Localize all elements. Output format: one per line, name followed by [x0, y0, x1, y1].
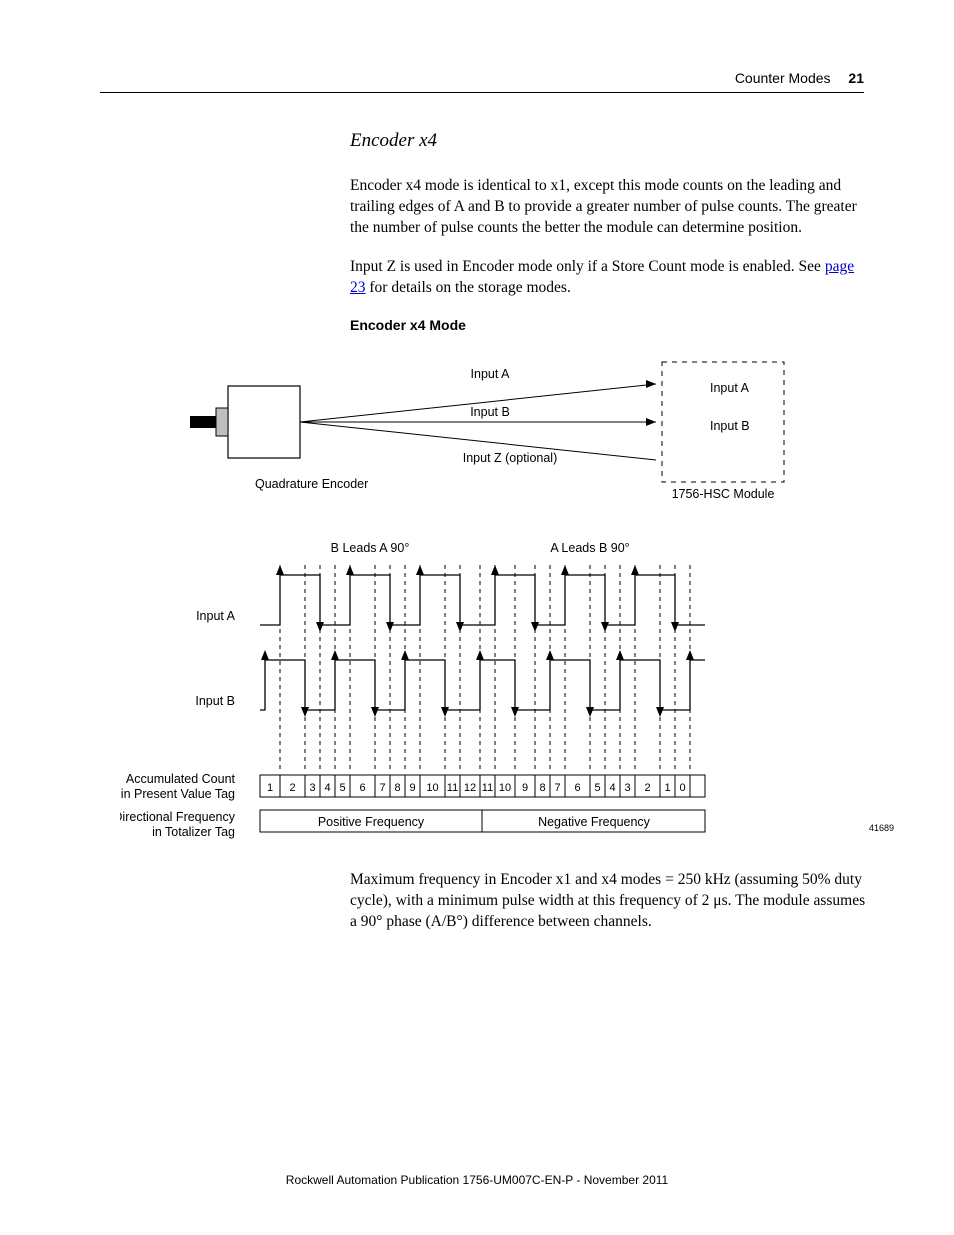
page-header: Counter Modes 21: [100, 70, 864, 93]
p2-text-b: for details on the storage modes.: [366, 279, 571, 296]
count-cell: 7: [379, 782, 385, 794]
count-cell: 2: [289, 782, 295, 794]
paragraph-2: Input Z is used in Encoder mode only if …: [350, 257, 870, 299]
p2-text-a: Input Z is used in Encoder mode only if …: [350, 258, 825, 275]
count-cell: 9: [522, 782, 528, 794]
paragraph-3: Maximum frequency in Encoder x1 and x4 m…: [350, 870, 870, 933]
count-cell: 7: [554, 782, 560, 794]
dir-label-1: Directional Frequency: [120, 810, 236, 824]
sig-input-z: Input Z (optional): [463, 451, 558, 465]
neg-freq: Negative Frequency: [538, 815, 651, 829]
count-cell: 8: [539, 782, 545, 794]
count-cell: 11: [482, 782, 493, 794]
count-cell: 1: [267, 782, 273, 794]
count-cell: 12: [464, 782, 476, 794]
count-cell: 3: [624, 782, 630, 794]
count-cell: 10: [499, 782, 511, 794]
wave-b-label: Input B: [195, 694, 235, 708]
count-cell: 6: [574, 782, 580, 794]
dir-label-2: in Totalizer Tag: [152, 825, 235, 839]
body-column: Encoder x4 Encoder x4 mode is identical …: [350, 130, 870, 333]
wave-a-label: Input A: [196, 609, 236, 623]
count-cell: 4: [609, 782, 615, 794]
sig-input-a: Input A: [471, 367, 511, 381]
b-leads-label: B Leads A 90°: [331, 541, 410, 555]
count-cells: 12345678910111211109876543210: [267, 775, 690, 797]
figure-id: 41689: [869, 823, 894, 833]
acc-label-1: Accumulated Count: [126, 772, 236, 786]
count-cell: 8: [394, 782, 400, 794]
count-cell: 11: [447, 782, 458, 794]
section-title: Encoder x4: [350, 130, 870, 152]
count-cell: 10: [426, 782, 438, 794]
module-input-a: Input A: [710, 381, 750, 395]
a-leads-label: A Leads B 90°: [550, 541, 629, 555]
timing-diagram: B Leads A 90° A Leads B 90° Input A Inpu…: [120, 540, 880, 850]
figure-title: Encoder x4 Mode: [350, 317, 870, 333]
count-cell: 0: [679, 782, 685, 794]
sig-input-b: Input B: [470, 405, 510, 419]
count-cell: 6: [359, 782, 365, 794]
count-cell: 3: [309, 782, 315, 794]
encoder-label: Quadrature Encoder: [255, 477, 368, 491]
page-footer: Rockwell Automation Publication 1756-UM0…: [0, 1173, 954, 1187]
count-cell: 1: [664, 782, 670, 794]
chapter-name: Counter Modes: [735, 70, 831, 86]
page-number: 21: [848, 70, 864, 86]
pos-freq: Positive Frequency: [318, 815, 425, 829]
acc-label-2: in Present Value Tag: [121, 787, 235, 801]
module-label: 1756-HSC Module: [672, 487, 775, 501]
count-cell: 5: [339, 782, 345, 794]
count-cell: 5: [594, 782, 600, 794]
count-cell: 9: [409, 782, 415, 794]
module-input-b: Input B: [710, 419, 750, 433]
page: Counter Modes 21 Encoder x4 Encoder x4 m…: [0, 0, 954, 1235]
count-cell: 4: [324, 782, 330, 794]
paragraph-1: Encoder x4 mode is identical to x1, exce…: [350, 176, 870, 239]
count-cell: 2: [644, 782, 650, 794]
encoder-diagram: Quadrature Encoder 1756-HSC Module Input…: [120, 358, 880, 528]
